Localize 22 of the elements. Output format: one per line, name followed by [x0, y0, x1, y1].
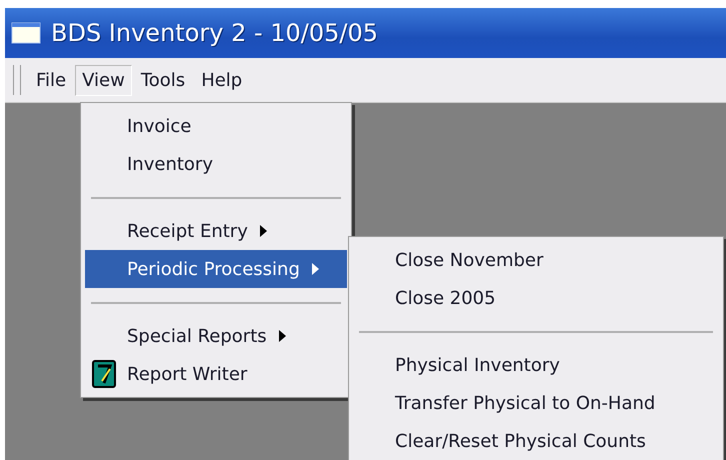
menu-bar-item[interactable]: Help	[194, 64, 250, 96]
menu-item[interactable]: Report Writer	[85, 355, 347, 393]
menu-item[interactable]: Receipt Entry	[85, 212, 347, 250]
menu-item[interactable]: Close 2005	[353, 279, 719, 317]
menu-item[interactable]: Transfer Physical to On-Hand	[353, 384, 719, 422]
menu-item[interactable]: Special Reports	[85, 317, 347, 355]
menu-item[interactable]: Invoice	[85, 107, 347, 145]
submenu-arrow-icon	[312, 263, 319, 275]
menu-item[interactable]: Close November	[353, 241, 719, 279]
window-title: BDS Inventory 2 - 10/05/05	[51, 19, 378, 47]
submenu-arrow-icon	[278, 330, 286, 342]
notebook-icon	[91, 360, 117, 388]
menu-item[interactable]: Periodic Processing	[85, 250, 347, 288]
menu-item[interactable]: Clear/Reset Physical Counts	[353, 422, 719, 460]
window-icon	[11, 22, 41, 44]
menu-bar-item[interactable]: View	[75, 64, 132, 96]
submenu-arrow-icon	[260, 225, 267, 237]
menu-item[interactable]: Physical Inventory	[353, 346, 719, 384]
menu-bar-item[interactable]: Tools	[134, 64, 192, 96]
toolbar-grip[interactable]	[13, 65, 21, 95]
menu-bar-item[interactable]: File	[29, 64, 74, 96]
menu-item[interactable]: Inventory	[85, 145, 347, 183]
